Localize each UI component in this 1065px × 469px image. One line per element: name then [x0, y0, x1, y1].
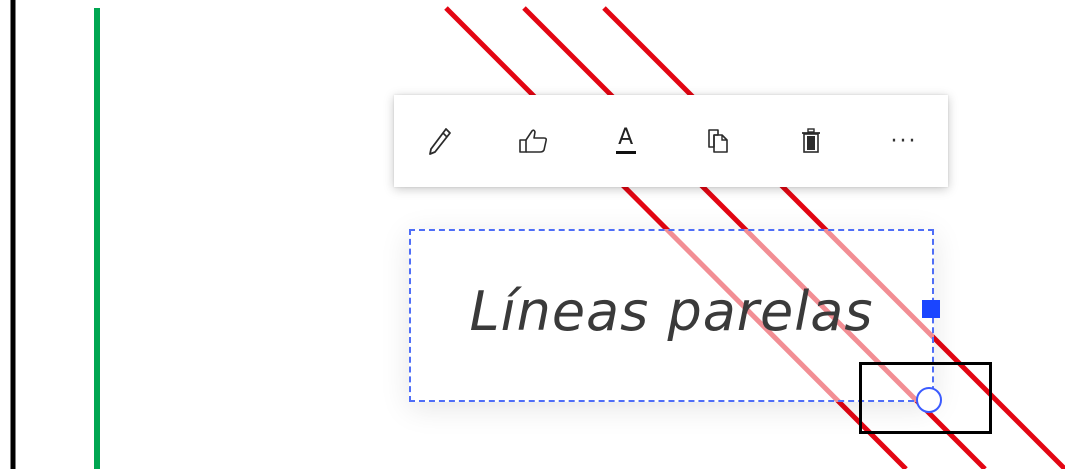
copy-icon [705, 127, 731, 155]
font-color-underline [615, 151, 636, 154]
font-color-label: A [618, 125, 634, 150]
pencil-icon [427, 126, 453, 156]
react-button[interactable] [511, 119, 555, 163]
more-icon: ··· [890, 128, 918, 154]
focus-highlight-box [859, 362, 992, 434]
selected-text-box[interactable]: Líneas parelas [409, 229, 934, 402]
trash-icon [799, 127, 823, 155]
text-box-content[interactable]: Líneas parelas [470, 280, 874, 343]
rotate-handle[interactable] [922, 300, 940, 318]
thumbs-up-icon [517, 127, 549, 155]
more-options-button[interactable]: ··· [882, 119, 926, 163]
font-color-icon: A [615, 125, 636, 154]
delete-button[interactable] [789, 119, 833, 163]
font-color-button[interactable]: A [604, 119, 648, 163]
context-toolbar: A ··· [394, 95, 948, 187]
edit-button[interactable] [418, 119, 462, 163]
copy-button[interactable] [696, 119, 740, 163]
